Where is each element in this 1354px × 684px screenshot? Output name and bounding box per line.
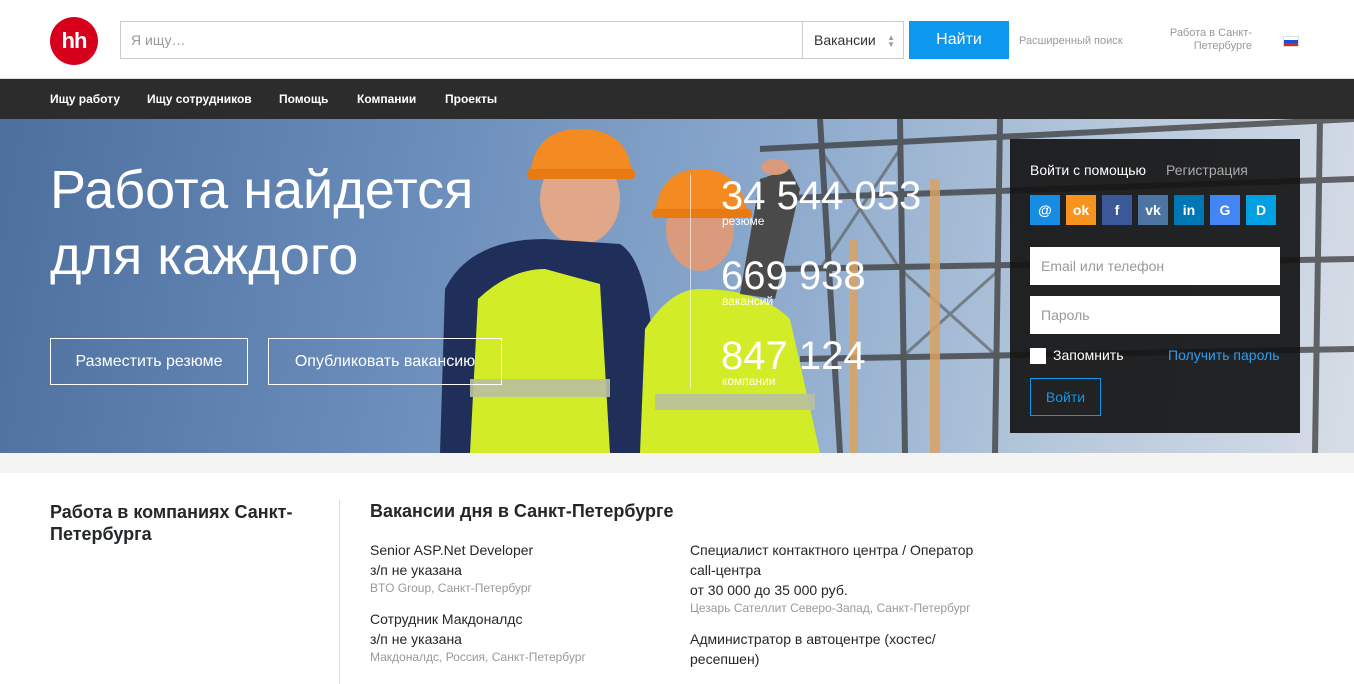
companies-title: Работа в компаниях Санкт-Петербурга — [50, 502, 293, 544]
odnoklassniki-login-icon[interactable]: ok — [1066, 195, 1096, 225]
mail-login-icon[interactable]: @ — [1030, 195, 1060, 225]
vkontakte-login-icon[interactable]: vk — [1138, 195, 1168, 225]
vacancy-company[interactable]: BTO Group, Санкт-Петербург — [370, 580, 670, 596]
main-nav: Ищу работу Ищу сотрудников Помощь Компан… — [0, 79, 1354, 119]
vacancy-item: Сотрудник Макдоналдс з/п не указана Макд… — [370, 609, 670, 665]
vacancy-title-link[interactable]: Специалист контактного центра / Оператор… — [690, 540, 980, 580]
advanced-search-link[interactable]: Расширенный поиск — [1019, 35, 1123, 47]
search-type-select[interactable]: Вакансии ▲ ▼ — [802, 22, 904, 58]
remember-checkbox[interactable] — [1030, 348, 1046, 364]
login-panel: Войти с помощью Регистрация @ ok f vk in… — [1010, 139, 1300, 433]
email-field[interactable] — [1030, 247, 1280, 285]
post-vacancy-button[interactable]: Опубликовать вакансию — [268, 338, 502, 385]
nav-item-job-search[interactable]: Ищу работу — [50, 79, 120, 119]
vacancy-title-link[interactable]: Сотрудник Макдоналдс — [370, 609, 670, 629]
header: hh Вакансии ▲▼ Найти Расширенный поиск Р… — [0, 0, 1354, 79]
hero-title: Работа найдется для каждого — [50, 160, 474, 286]
nav-item-projects[interactable]: Проекты — [445, 79, 497, 119]
vacancy-count: 669 938 — [721, 254, 866, 298]
hh-logo[interactable]: hh — [50, 17, 98, 65]
google-login-icon[interactable]: G — [1210, 195, 1240, 225]
vacancy-title-link[interactable]: Администратор в автоцентре (хостес/ ресе… — [690, 629, 950, 669]
vacancy-item: Специалист контактного центра / Оператор… — [690, 540, 980, 616]
facebook-login-icon[interactable]: f — [1102, 195, 1132, 225]
nav-item-employers[interactable]: Ищу сотрудников — [147, 79, 252, 119]
stats-divider — [690, 174, 691, 389]
find-button[interactable]: Найти — [909, 21, 1009, 59]
select-arrows-icon: ▲ ▼ — [887, 33, 895, 49]
resume-count: 34 544 053 — [721, 174, 922, 218]
hero-banner: Работа найдется для каждого Разместить р… — [0, 119, 1354, 453]
search-bar: Вакансии ▲▼ — [120, 21, 904, 59]
vacancy-salary: з/п не указана — [370, 631, 462, 647]
resume-count-label: резюме — [722, 214, 765, 228]
vacancy-item: Senior ASP.Net Developer з/п не указана … — [370, 540, 670, 596]
nav-item-help[interactable]: Помощь — [279, 79, 328, 119]
russian-flag-icon[interactable] — [1283, 36, 1299, 47]
main-content: Работа в компаниях Санкт-Петербурга Вака… — [0, 453, 1354, 684]
login-button[interactable]: Войти — [1030, 378, 1101, 416]
vacancy-item: Администратор в автоцентре (хостес/ ресе… — [690, 629, 950, 669]
vacancy-company[interactable]: Макдоналдс, Россия, Санкт-Петербург — [370, 649, 670, 665]
vacancy-count-label: вакансий — [722, 294, 774, 308]
region-link[interactable]: Работа в Санкт-Петербурге — [1162, 27, 1252, 53]
column-divider — [339, 500, 340, 684]
password-field[interactable] — [1030, 296, 1280, 334]
tab-register[interactable]: Регистрация — [1166, 162, 1248, 178]
vacancy-salary: от 30 000 до 35 000 руб. — [690, 582, 848, 598]
vacancy-title-link[interactable]: Senior ASP.Net Developer — [370, 540, 670, 560]
remember-label: Запомнить — [1053, 347, 1124, 363]
post-resume-button[interactable]: Разместить резюме — [50, 338, 248, 385]
company-count-label: компании — [722, 374, 776, 388]
vacancies-title: Вакансии дня в Санкт-Петербурге — [370, 501, 674, 521]
linkedin-login-icon[interactable]: in — [1174, 195, 1204, 225]
dnevnik-login-icon[interactable]: D — [1246, 195, 1276, 225]
tab-login[interactable]: Войти с помощью — [1030, 162, 1146, 178]
vacancy-salary: з/п не указана — [370, 562, 462, 578]
search-input[interactable] — [121, 22, 801, 58]
nav-item-companies[interactable]: Компании — [357, 79, 416, 119]
forgot-password-link[interactable]: Получить пароль — [1168, 347, 1280, 363]
vacancy-company[interactable]: Цезарь Сателлит Северо-Запад, Санкт-Пете… — [690, 600, 980, 616]
search-type-label: Вакансии — [814, 32, 876, 48]
company-count: 847 124 — [721, 334, 866, 378]
